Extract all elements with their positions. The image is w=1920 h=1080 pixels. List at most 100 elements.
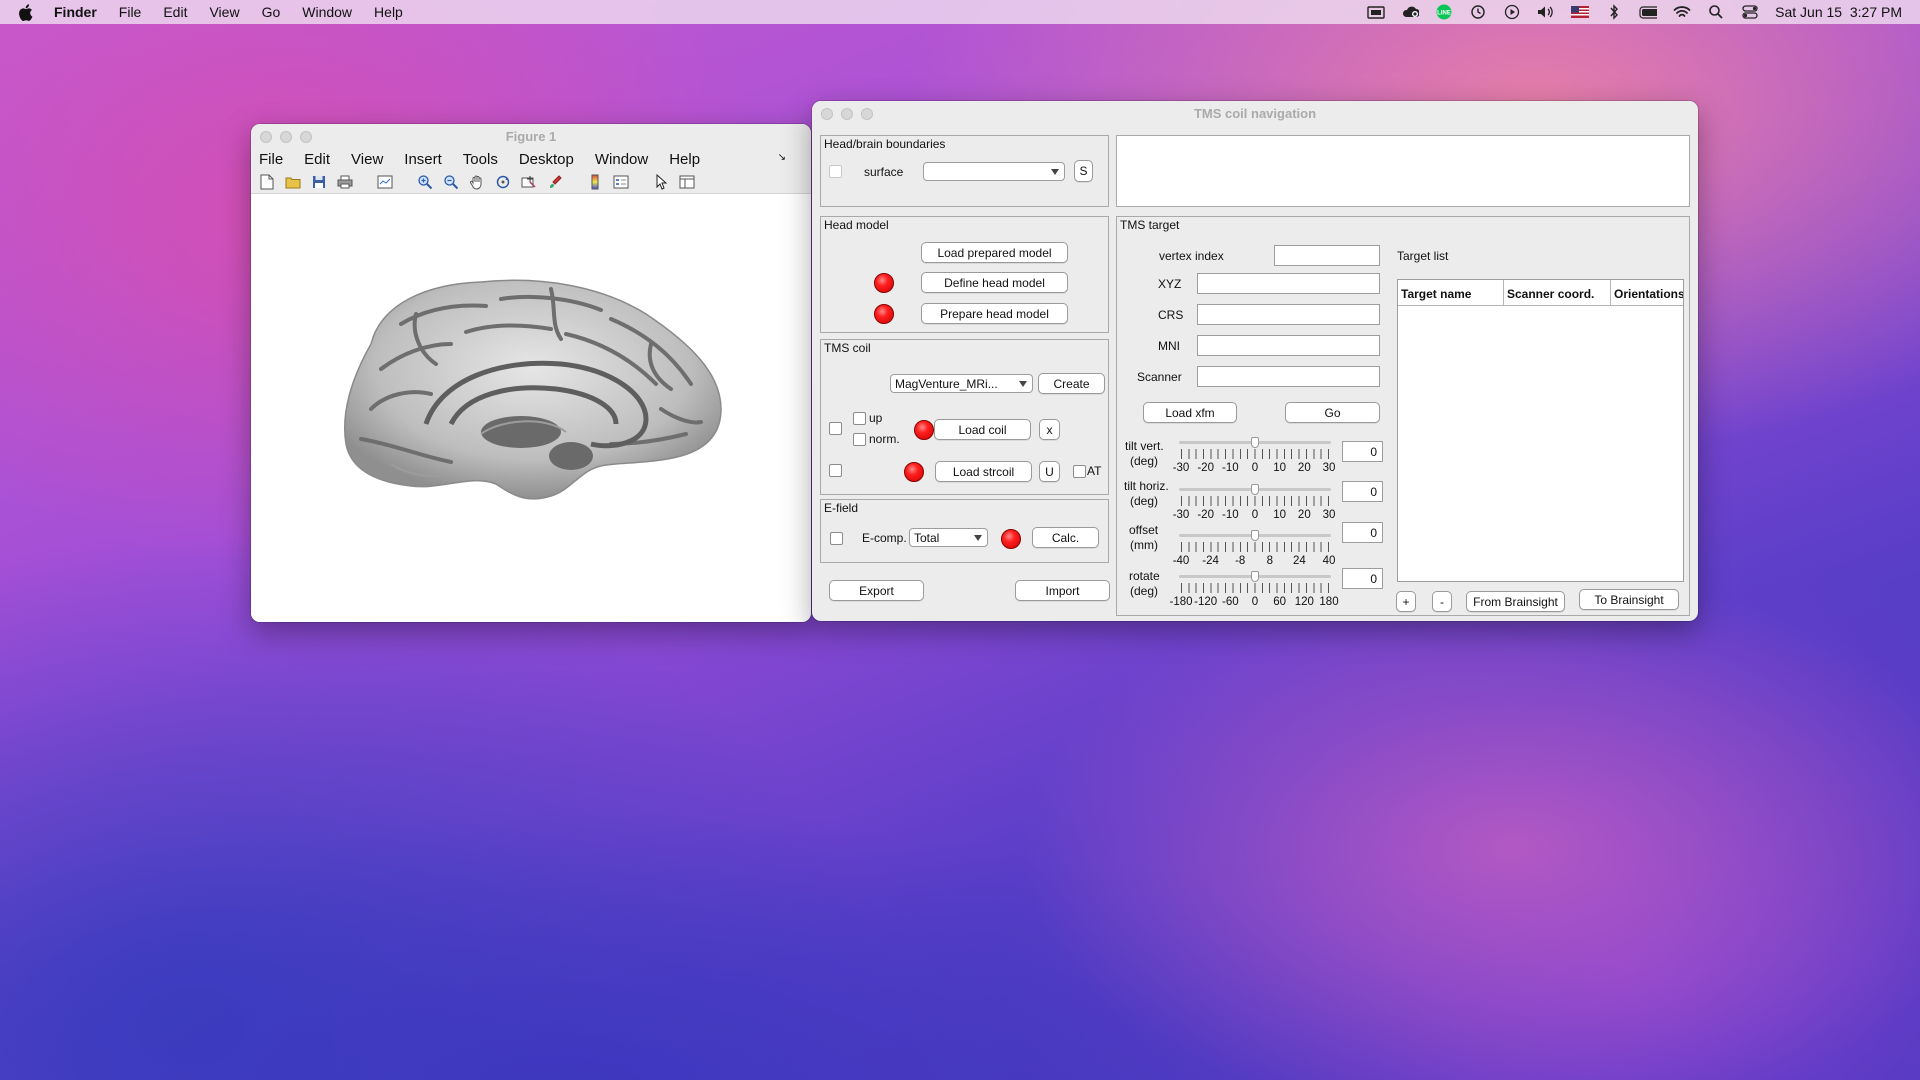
figure-menu-view[interactable]: View bbox=[351, 151, 383, 168]
load-coil-button[interactable]: Load coil bbox=[934, 419, 1031, 440]
line-app-icon[interactable]: LINE bbox=[1435, 4, 1453, 20]
slider-thumb[interactable] bbox=[1251, 571, 1259, 582]
play-icon[interactable] bbox=[1503, 4, 1521, 20]
link-plot-icon[interactable] bbox=[375, 173, 395, 191]
figure-menu-insert[interactable]: Insert bbox=[404, 151, 442, 168]
flag-us-icon[interactable] bbox=[1571, 5, 1590, 19]
prepare-head-model-button[interactable]: Prepare head model bbox=[921, 303, 1068, 324]
coil-select[interactable]: MagVenture_MRi... bbox=[890, 374, 1033, 393]
rotate-3d-icon[interactable] bbox=[493, 173, 513, 191]
data-cursor-icon[interactable] bbox=[519, 173, 539, 191]
x-button[interactable]: x bbox=[1039, 419, 1060, 440]
mni-input[interactable] bbox=[1197, 335, 1380, 356]
offset-slider[interactable] bbox=[1179, 530, 1333, 556]
norm-checkbox[interactable] bbox=[853, 433, 866, 446]
zoom-button[interactable] bbox=[861, 108, 873, 120]
property-inspector-icon[interactable] bbox=[677, 173, 697, 191]
create-button[interactable]: Create bbox=[1038, 373, 1105, 394]
volume-icon[interactable] bbox=[1537, 5, 1555, 19]
figure-menu-desktop[interactable]: Desktop bbox=[519, 151, 574, 168]
figure-menu-window[interactable]: Window bbox=[595, 151, 648, 168]
edit-plot-icon[interactable] bbox=[651, 173, 671, 191]
slider-thumb[interactable] bbox=[1251, 530, 1259, 541]
define-head-model-button[interactable]: Define head model bbox=[921, 272, 1068, 293]
add-target-button[interactable]: + bbox=[1396, 591, 1416, 612]
battery-icon[interactable] bbox=[1639, 5, 1658, 19]
legend-icon[interactable] bbox=[611, 173, 631, 191]
menu-go[interactable]: Go bbox=[262, 4, 281, 20]
vertex-index-input[interactable] bbox=[1274, 245, 1380, 266]
tilt-horiz-value[interactable]: 0 bbox=[1342, 481, 1383, 502]
strcoil-checkbox[interactable] bbox=[829, 464, 842, 477]
scanner-input[interactable] bbox=[1197, 366, 1380, 387]
to-brainsight-button[interactable]: To Brainsight bbox=[1579, 589, 1679, 610]
menu-finder[interactable]: Finder bbox=[54, 4, 97, 20]
u-button[interactable]: U bbox=[1039, 461, 1060, 482]
menu-help[interactable]: Help bbox=[374, 4, 403, 20]
display-icon[interactable] bbox=[1367, 5, 1385, 19]
wifi-icon[interactable] bbox=[1673, 5, 1691, 19]
menu-edit[interactable]: Edit bbox=[163, 4, 187, 20]
minimize-button[interactable] bbox=[280, 131, 292, 143]
minimize-button[interactable] bbox=[841, 108, 853, 120]
up-checkbox[interactable] bbox=[853, 412, 866, 425]
menu-file[interactable]: File bbox=[119, 4, 142, 20]
calc-button[interactable]: Calc. bbox=[1032, 527, 1099, 548]
open-file-icon[interactable] bbox=[283, 173, 303, 191]
figure-menu-edit[interactable]: Edit bbox=[304, 151, 330, 168]
slider-thumb[interactable] bbox=[1251, 437, 1259, 448]
tilt-horiz-slider[interactable] bbox=[1179, 484, 1333, 510]
figure-canvas[interactable] bbox=[251, 194, 811, 622]
surface-select[interactable] bbox=[923, 162, 1065, 181]
efield-checkbox[interactable] bbox=[830, 532, 843, 545]
print-icon[interactable] bbox=[335, 173, 355, 191]
load-strcoil-button[interactable]: Load strcoil bbox=[935, 461, 1032, 482]
figure-menu-tools[interactable]: Tools bbox=[463, 151, 498, 168]
column-orientations[interactable]: Orientations bbox=[1611, 280, 1683, 305]
menu-view[interactable]: View bbox=[209, 4, 239, 20]
figure-menu-file[interactable]: File bbox=[259, 151, 283, 168]
slider-thumb[interactable] bbox=[1251, 484, 1259, 495]
save-icon[interactable] bbox=[309, 173, 329, 191]
at-checkbox[interactable] bbox=[1073, 465, 1086, 478]
time-machine-icon[interactable] bbox=[1469, 5, 1487, 19]
bluetooth-icon[interactable] bbox=[1605, 4, 1623, 20]
tilt-vert-value[interactable]: 0 bbox=[1342, 441, 1383, 462]
tilt-vert-slider[interactable] bbox=[1179, 437, 1333, 463]
rotate-value[interactable]: 0 bbox=[1342, 568, 1383, 589]
column-target-name[interactable]: Target name bbox=[1398, 280, 1504, 305]
surface-checkbox[interactable] bbox=[829, 165, 842, 178]
import-button[interactable]: Import bbox=[1015, 580, 1110, 601]
new-figure-icon[interactable] bbox=[257, 173, 277, 191]
zoom-button[interactable] bbox=[300, 131, 312, 143]
apple-icon[interactable] bbox=[18, 3, 36, 21]
tms-titlebar[interactable]: TMS coil navigation bbox=[812, 101, 1698, 125]
remove-target-button[interactable]: - bbox=[1432, 591, 1452, 612]
load-xfm-button[interactable]: Load xfm bbox=[1143, 402, 1237, 423]
cloud-icon[interactable] bbox=[1401, 5, 1420, 19]
close-button[interactable] bbox=[821, 108, 833, 120]
export-button[interactable]: Export bbox=[829, 580, 924, 601]
load-prepared-model-button[interactable]: Load prepared model bbox=[921, 242, 1068, 263]
offset-value[interactable]: 0 bbox=[1342, 522, 1383, 543]
brush-icon[interactable] bbox=[545, 173, 565, 191]
go-button[interactable]: Go bbox=[1285, 402, 1380, 423]
crs-input[interactable] bbox=[1197, 304, 1380, 325]
control-center-icon[interactable] bbox=[1741, 5, 1759, 19]
column-scanner-coord[interactable]: Scanner coord. bbox=[1504, 280, 1611, 305]
target-list-table[interactable]: Target name Scanner coord. Orientations bbox=[1397, 279, 1684, 582]
figure-menu-help[interactable]: Help bbox=[669, 151, 700, 168]
coil-checkbox[interactable] bbox=[829, 422, 842, 435]
zoom-out-icon[interactable] bbox=[441, 173, 461, 191]
pan-icon[interactable] bbox=[467, 173, 487, 191]
menu-window[interactable]: Window bbox=[302, 4, 352, 20]
figure-titlebar[interactable]: Figure 1 bbox=[251, 124, 811, 148]
from-brainsight-button[interactable]: From Brainsight bbox=[1466, 591, 1565, 612]
spotlight-icon[interactable] bbox=[1707, 5, 1725, 19]
undock-icon[interactable]: ↘ bbox=[778, 152, 786, 163]
s-button[interactable]: S bbox=[1074, 160, 1093, 182]
zoom-in-icon[interactable] bbox=[415, 173, 435, 191]
colorbar-icon[interactable] bbox=[585, 173, 605, 191]
menubar-clock[interactable]: Sat Jun 15 3:27 PM bbox=[1775, 4, 1902, 20]
close-button[interactable] bbox=[260, 131, 272, 143]
